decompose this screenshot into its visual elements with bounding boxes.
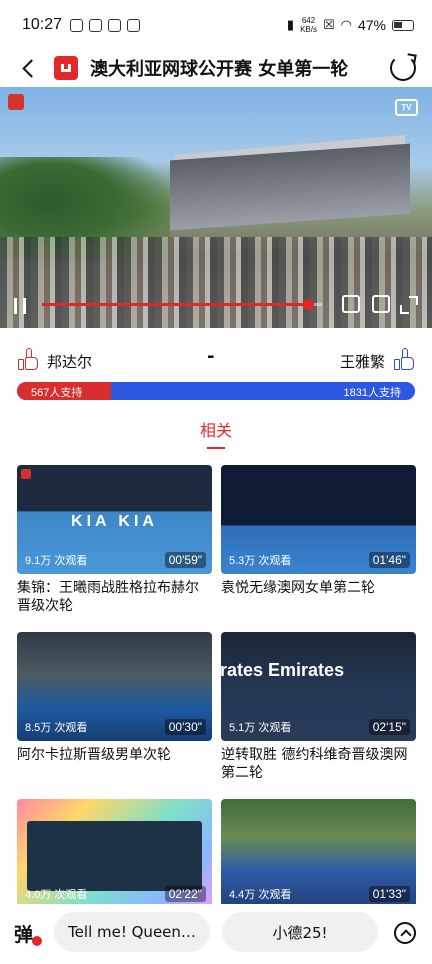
tiktok-icon xyxy=(127,18,141,32)
channel-logo xyxy=(54,56,78,80)
video-thumbnail[interactable]: 4.0万 次观看 02'22" xyxy=(17,799,212,908)
progress-track[interactable] xyxy=(42,299,322,310)
video-title[interactable]: 集锦：王曦雨战胜格拉布赫尔晋级次轮 xyxy=(17,579,212,615)
video-duration: 02'22" xyxy=(164,886,206,902)
video-thumbnail[interactable]: KIA KIA 9.1万 次观看 00'59" xyxy=(17,465,212,574)
thumbs-up-right-icon[interactable] xyxy=(394,348,414,370)
app-header: 澳大利亚网球公开赛 女单第一轮 xyxy=(0,50,432,86)
battery-percent: 47% xyxy=(357,17,386,33)
video-thumbnail[interactable]: irates Emirates 5.1万 次观看 02'15" xyxy=(221,632,416,741)
video-title[interactable]: 袁悦无缘澳网女单第二轮 xyxy=(221,579,416,597)
video-card[interactable]: KIA KIA 9.1万 次观看 00'59" 集锦：王曦雨战胜格拉布赫尔晋级次… xyxy=(17,465,212,615)
notification-icon xyxy=(70,18,84,32)
support-vote: 邦达尔 - 王雅繁 567人支持 1831人支持 xyxy=(0,340,432,400)
vibrate-icon: ▮ xyxy=(286,17,295,33)
video-card[interactable]: 4.4万 次观看 01'33" xyxy=(221,799,416,908)
video-thumbnail[interactable]: 4.4万 次观看 01'33" xyxy=(221,799,416,908)
thumbs-up-left-icon[interactable] xyxy=(18,348,38,370)
broadcaster-badge xyxy=(21,469,31,479)
back-button[interactable] xyxy=(8,50,48,86)
view-count: 4.0万 次观看 xyxy=(25,889,88,901)
message-icon xyxy=(89,18,103,32)
net-speed-unit: KB/s xyxy=(300,25,317,34)
video-duration: 00'59" xyxy=(164,552,206,568)
danmu-chip[interactable]: 小德25! xyxy=(222,912,378,952)
status-bar: 10:27 ▮ 642 KB/s ☒ ◠ 47% xyxy=(0,0,432,50)
chart-icon xyxy=(61,64,71,72)
thumbnail-signage: KIA KIA xyxy=(71,513,158,530)
view-count: 5.1万 次观看 xyxy=(229,722,292,734)
left-support-count: 567人支持 xyxy=(31,387,83,399)
video-thumbnail[interactable]: 5.3万 次观看 01'46" xyxy=(221,465,416,574)
sync-icon xyxy=(108,18,122,32)
vote-separator: - xyxy=(207,346,215,367)
video-title[interactable]: 阿尔卡拉斯晋级男单次轮 xyxy=(17,746,212,764)
expand-up-icon[interactable] xyxy=(394,922,416,944)
sim-off-icon: ☒ xyxy=(322,17,335,33)
support-bar: 567人支持 1831人支持 xyxy=(17,382,415,400)
video-title[interactable]: 逆转取胜 德约科维奇晋级澳网第二轮 xyxy=(221,746,416,782)
video-card[interactable]: 8.5万 次观看 00'30" 阿尔卡拉斯晋级男单次轮 xyxy=(17,632,212,764)
tv-cast-icon[interactable]: TV xyxy=(395,99,418,116)
broadcaster-logo xyxy=(8,94,24,110)
danmu-chip[interactable]: Tell me! Queen… xyxy=(54,912,210,952)
video-card[interactable]: 4.0万 次观看 02'22" xyxy=(17,799,212,908)
page-title: 澳大利亚网球公开赛 女单第一轮 xyxy=(90,59,349,80)
video-card[interactable]: irates Emirates 5.1万 次观看 02'15" 逆转取胜 德约科… xyxy=(221,632,416,782)
left-player-name: 邦达尔 xyxy=(47,353,93,371)
video-duration: 01'33" xyxy=(368,886,410,902)
video-card[interactable]: 5.3万 次观看 01'46" 袁悦无缘澳网女单第二轮 xyxy=(221,465,416,597)
right-support-count: 1831人支持 xyxy=(343,387,401,399)
related-tab[interactable]: 相关 xyxy=(0,417,432,449)
video-duration: 00'30" xyxy=(164,719,206,735)
danmu-toggle-icon[interactable]: 弹 xyxy=(14,920,42,946)
video-crowd xyxy=(0,237,432,328)
refresh-icon[interactable] xyxy=(390,55,416,81)
view-count: 5.3万 次观看 xyxy=(229,555,292,567)
right-player-name: 王雅繁 xyxy=(339,353,385,371)
related-label: 相关 xyxy=(199,421,232,440)
bottom-bar: 弹 Tell me! Queen… 小德25! xyxy=(0,904,432,964)
back-arrow-icon xyxy=(21,58,41,78)
video-thumbnail[interactable]: 8.5万 次观看 00'30" xyxy=(17,632,212,741)
net-speed-value: 642 xyxy=(301,16,316,25)
picture-in-picture-icon[interactable] xyxy=(342,295,360,313)
thumbnail-inset xyxy=(27,821,202,891)
video-duration: 01'46" xyxy=(368,552,410,568)
screenshot-icon[interactable] xyxy=(372,295,390,313)
status-right: ▮ 642 KB/s ☒ ◠ 47% xyxy=(287,16,414,34)
app-root: 10:27 ▮ 642 KB/s ☒ ◠ 47% 澳大利亚网球公开赛 女单第一轮 xyxy=(0,0,432,964)
thumbnail-signage: irates Emirates xyxy=(221,660,345,680)
progress-fill xyxy=(42,303,308,306)
view-count: 4.4万 次观看 xyxy=(229,889,292,901)
video-duration: 02'15" xyxy=(368,719,410,735)
battery-icon xyxy=(392,19,414,31)
related-underline xyxy=(207,447,225,449)
wifi-icon: ◠ xyxy=(340,17,352,33)
fullscreen-icon[interactable] xyxy=(400,296,418,314)
view-count: 9.1万 次观看 xyxy=(25,555,88,567)
status-time: 10:27 xyxy=(22,16,63,33)
video-player[interactable]: TV xyxy=(0,87,432,328)
pause-button[interactable] xyxy=(14,298,26,314)
progress-handle[interactable] xyxy=(303,299,314,310)
net-speed: 642 KB/s xyxy=(300,16,317,34)
view-count: 8.5万 次观看 xyxy=(25,722,88,734)
